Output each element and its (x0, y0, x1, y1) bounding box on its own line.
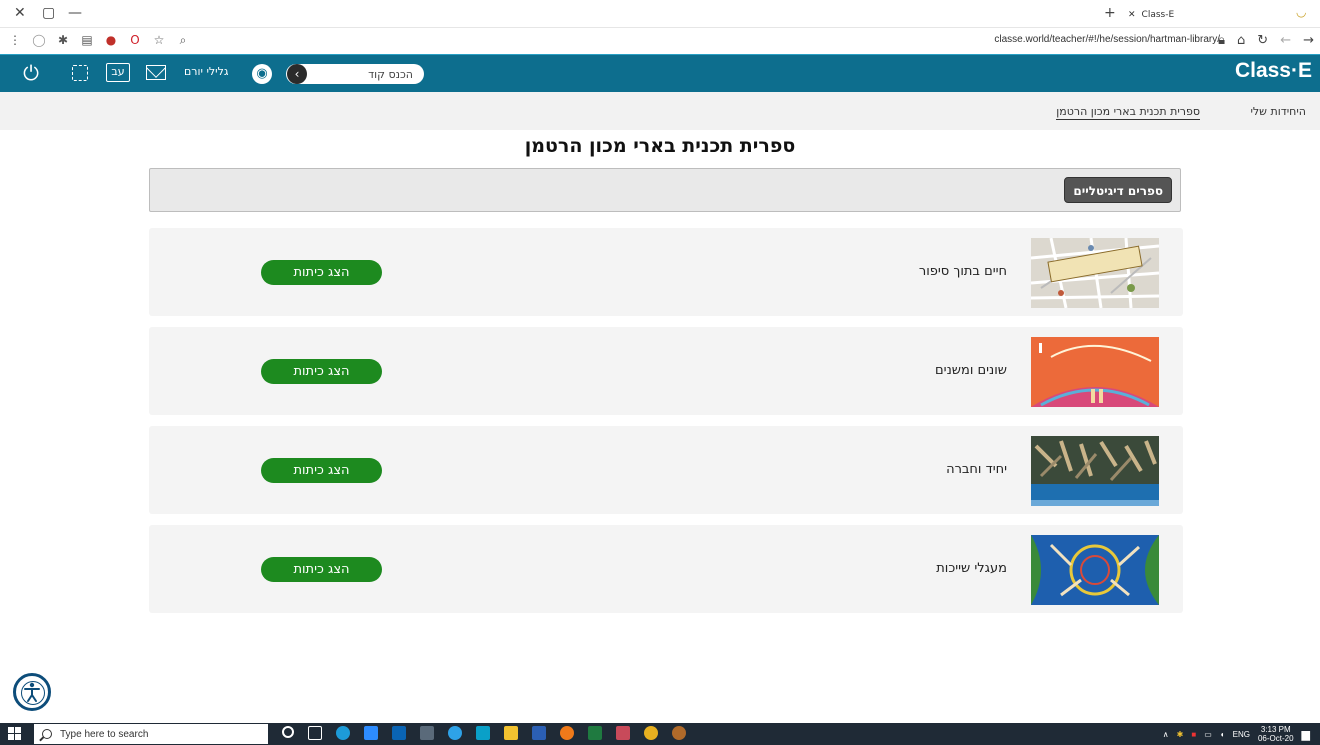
book-card: שונים ומשנים הצג כיתות (149, 327, 1183, 415)
book-thumbnail[interactable] (1031, 238, 1159, 308)
show-classes-button[interactable]: הצג כיתות (261, 458, 382, 483)
nav-icons: 🔒︎ ⌂ ↻ ← → (1218, 33, 1314, 48)
ie-icon[interactable] (448, 726, 462, 740)
notifications-icon[interactable]: ▆ (1302, 728, 1310, 741)
calculator-icon[interactable] (420, 726, 434, 740)
home-icon[interactable]: ⌂ (1237, 33, 1245, 48)
taskbar-search-placeholder: Type here to search (60, 728, 149, 740)
browser-tabstrip: ✕ ▢ — + ✕ Class-E ◡ (0, 0, 1320, 28)
excel-icon[interactable] (588, 726, 602, 740)
edge-icon[interactable] (336, 726, 350, 740)
network-icon[interactable]: ▭ (1204, 730, 1212, 739)
mail-icon[interactable] (146, 65, 166, 80)
puzzle-icon[interactable]: ✱ (56, 33, 70, 47)
extension-icons: ⋮ ◯ ✱ ▤ ● O ☆ ⌕ (8, 33, 190, 47)
section-header: ספרים דיגיטליים (149, 168, 1181, 212)
book-title: שונים ומשנים (935, 363, 1007, 378)
language-button[interactable]: עב (106, 63, 130, 82)
windows-start-icon[interactable] (8, 727, 22, 741)
browser-tab[interactable]: ✕ Class-E (1128, 4, 1218, 26)
power-icon[interactable]: ⏻ (18, 60, 44, 86)
page-title: ספרית תכנית בארי מכון הרטמן (524, 135, 796, 157)
star-icon[interactable]: ☆ (152, 33, 166, 47)
clock-time: 3:13 PM (1260, 725, 1291, 734)
abp-icon[interactable]: ● (104, 33, 118, 47)
new-tab-icon[interactable]: + (1104, 5, 1116, 21)
system-tray: ∧ ✱ ■ ▭ ◖ ENG 3:13 PM 06-Oct-20 ▆ (1163, 725, 1310, 743)
chrome-icon[interactable] (644, 726, 658, 740)
profile-icon[interactable]: ◡ (1296, 5, 1306, 19)
book-card: מעגלי שייכות הצג כיתות (149, 525, 1183, 613)
media-icon[interactable] (476, 726, 490, 740)
screen: ✕ ▢ — + ✕ Class-E ◡ ⋮ ◯ ✱ ▤ ● O ☆ ⌕ clas… (0, 0, 1320, 745)
volume-icon[interactable]: ◖ (1220, 730, 1225, 739)
photos-icon[interactable] (616, 726, 630, 740)
book-title: חיים בתוך סיפור (918, 264, 1007, 279)
zoom-icon[interactable]: ⌕ (176, 33, 190, 47)
outlook-icon[interactable] (392, 726, 406, 740)
lock-icon[interactable]: 🔒︎ (1218, 33, 1225, 48)
file-explorer-icon[interactable] (504, 726, 518, 740)
firefox-icon[interactable] (560, 726, 574, 740)
tray-chevron-icon[interactable]: ∧ (1163, 730, 1169, 739)
section-label[interactable]: ספרים דיגיטליים (1064, 177, 1172, 203)
taskbar-apps (282, 726, 686, 740)
reading-icon[interactable]: ▤ (80, 33, 94, 47)
user-name[interactable]: גלילי יורם (184, 65, 228, 78)
app-header: ⏻ עב גלילי יורם ◉ ‹ Class·E (0, 54, 1320, 92)
close-window-icon[interactable]: ✕ (14, 5, 26, 21)
search-icon (42, 729, 52, 739)
input-language[interactable]: ENG (1233, 730, 1250, 739)
show-classes-button[interactable]: הצג כיתות (261, 359, 382, 384)
opera-icon[interactable]: O (128, 33, 142, 47)
show-classes-button[interactable]: הצג כיתות (261, 557, 382, 582)
word-icon[interactable] (532, 726, 546, 740)
app-icon[interactable] (672, 726, 686, 740)
accessibility-icon[interactable] (13, 673, 51, 711)
breadcrumb: היחידות שלי ספרית תכנית בארי מכון הרטמן (0, 92, 1320, 130)
tray-app-icon[interactable]: ✱ (1177, 730, 1184, 739)
brand-logo: Class·E (1234, 59, 1312, 82)
zoom-app-icon[interactable] (364, 726, 378, 740)
url-field[interactable]: classe.world/teacher/#!/he/session/hartm… (940, 34, 1220, 45)
clock[interactable]: 3:13 PM 06-Oct-20 (1258, 725, 1294, 743)
back-icon[interactable]: → (1303, 33, 1314, 48)
cortana-icon[interactable] (282, 726, 294, 738)
menu-dots-icon[interactable]: ⋮ (8, 33, 22, 47)
task-view-icon[interactable] (308, 726, 322, 740)
code-entry: ‹ (286, 64, 424, 84)
book-thumbnail[interactable] (1031, 337, 1159, 407)
taskbar-search[interactable]: Type here to search (34, 724, 268, 744)
tab-title: Class-E (1141, 10, 1175, 20)
clock-date: 06-Oct-20 (1257, 734, 1294, 743)
breadcrumb-library[interactable]: ספרית תכנית בארי מכון הרטמן (1056, 105, 1200, 120)
code-input[interactable] (307, 65, 417, 83)
tray-security-icon[interactable]: ■ (1191, 730, 1196, 739)
restore-window-icon[interactable]: ▢ (42, 5, 55, 21)
reload-icon[interactable]: ↻ (1257, 33, 1268, 48)
book-title: יחיד וחברה (946, 462, 1007, 477)
book-card: חיים בתוך סיפור הצג כיתות (149, 228, 1183, 316)
forward-icon[interactable]: ← (1280, 33, 1291, 48)
extension-icon[interactable]: ◯ (32, 33, 46, 47)
taskbar: Type here to search ∧ ✱ ■ ▭ ◖ ENG 3:13 P… (0, 723, 1320, 745)
minimize-window-icon[interactable]: — (68, 5, 82, 21)
show-classes-button[interactable]: הצג כיתות (261, 260, 382, 285)
code-submit-button[interactable]: ‹ (287, 64, 307, 84)
book-card: יחיד וחברה הצג כיתות (149, 426, 1183, 514)
address-bar: ⋮ ◯ ✱ ▤ ● O ☆ ⌕ classe.world/teacher/#!/… (0, 28, 1320, 54)
book-title: מעגלי שייכות (936, 561, 1007, 576)
fullscreen-icon[interactable] (72, 65, 88, 81)
breadcrumb-my-units[interactable]: היחידות שלי (1250, 105, 1306, 118)
globe-icon[interactable]: ◉ (252, 64, 272, 84)
book-thumbnail[interactable] (1031, 436, 1159, 506)
book-thumbnail[interactable] (1031, 535, 1159, 605)
tab-close-icon[interactable]: ✕ (1128, 10, 1136, 20)
